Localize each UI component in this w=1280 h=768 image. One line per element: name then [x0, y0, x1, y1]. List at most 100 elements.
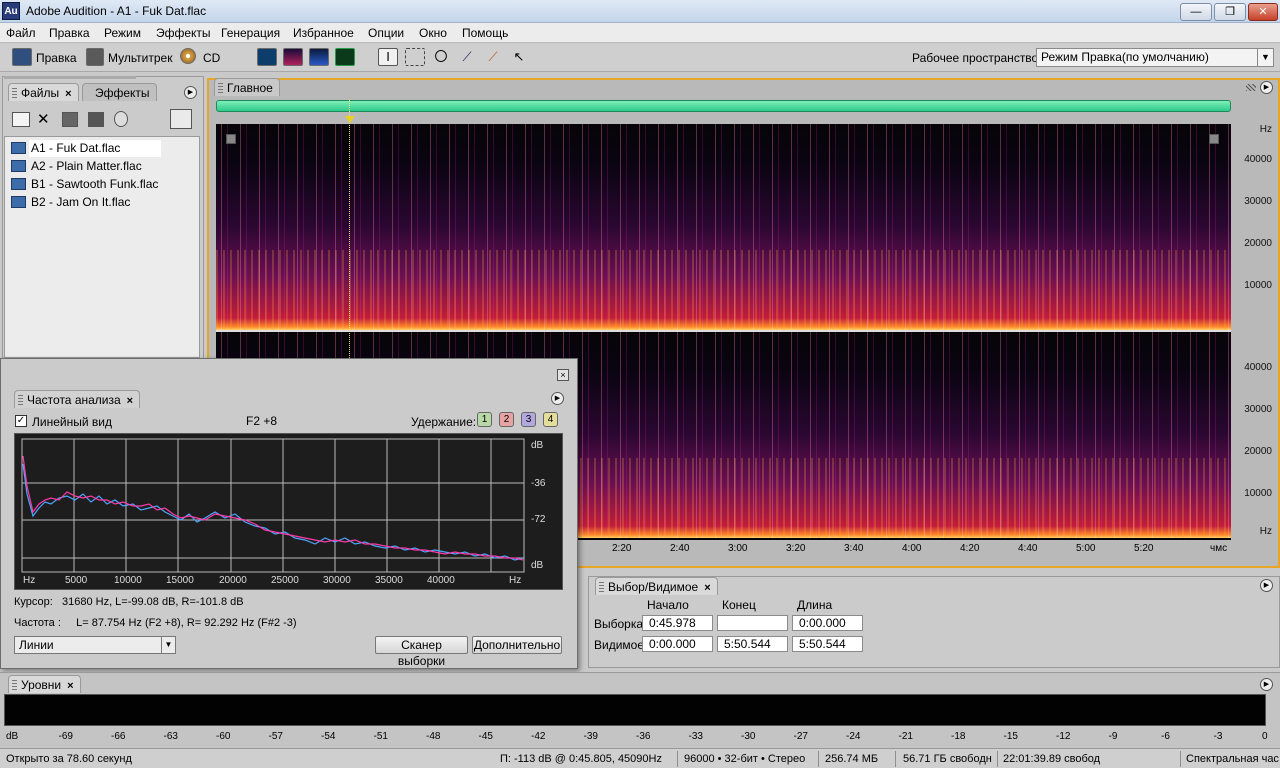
phase-view-icon[interactable] [335, 48, 355, 66]
cursor-readout: Курсор: 31680 Hz, L=-99.08 dB, R=-101.8 … [14, 596, 244, 608]
pan-view-icon[interactable] [309, 48, 329, 66]
db-scale-label: -6 [1161, 731, 1170, 742]
view-end-field[interactable]: 5:50.544 [717, 636, 788, 652]
show-options-icon[interactable] [170, 109, 192, 129]
selection-length-field[interactable]: 0:00.000 [792, 615, 863, 631]
close-icon[interactable]: × [67, 680, 73, 692]
multitrack-label[interactable]: Мультитрек [108, 51, 172, 65]
advanced-button[interactable]: Дополнительно [472, 636, 562, 654]
length-header: Длина [797, 598, 833, 612]
list-item[interactable]: B1 - Sawtooth Funk.flac [11, 176, 160, 193]
tab-files[interactable]: Файлы × [8, 83, 79, 101]
time-label: 4:20 [960, 543, 980, 554]
zoom-corner-icon[interactable] [1209, 134, 1219, 144]
file-name: A1 - Fuk Dat.flac [31, 141, 121, 155]
selection-end-field[interactable] [717, 615, 788, 631]
brush-tool-icon[interactable]: ⟋ [457, 48, 477, 66]
menu-view[interactable]: Режим [104, 26, 141, 40]
panel-menu-icon[interactable]: ▶ [184, 86, 197, 99]
close-button[interactable]: ✕ [1248, 3, 1278, 21]
close-icon[interactable]: × [704, 582, 710, 594]
panel-menu-icon[interactable]: ▶ [1260, 579, 1273, 592]
edit-view-icon[interactable] [12, 48, 32, 66]
tab-levels[interactable]: Уровни × [8, 675, 81, 693]
menu-help[interactable]: Помощь [462, 26, 508, 40]
scrub-tool-icon[interactable]: ↖ [509, 48, 529, 66]
tab-levels-label: Уровни [21, 678, 62, 692]
insert-multitrack-icon[interactable] [88, 112, 104, 127]
tab-effects[interactable]: Эффекты [82, 83, 157, 101]
db-scale-label: -66 [111, 731, 126, 742]
import-icon[interactable] [62, 112, 78, 127]
hold-2-button[interactable]: 2 [499, 412, 514, 427]
linear-view-checkbox[interactable]: ✓ [15, 415, 27, 427]
tab-frequency-analysis[interactable]: Частота анализа × [14, 390, 141, 408]
view-start-field[interactable]: 0:00.000 [642, 636, 713, 652]
waveform-view-icon[interactable] [257, 48, 277, 66]
edit-view-label[interactable]: Правка [36, 51, 77, 65]
frequency-plot[interactable]: dB -36 -72 dB Hz 5000 10000 15000 20000 … [14, 433, 563, 590]
workspace-select[interactable]: Режим Правка(по умолчанию) ▼ [1036, 48, 1274, 67]
menu-effects[interactable]: Эффекты [156, 26, 211, 40]
tab-selection-view[interactable]: Выбор/Видимое × [595, 577, 718, 595]
list-item[interactable]: A2 - Plain Matter.flac [11, 158, 144, 175]
hz-label: Hz [1259, 526, 1272, 537]
list-item[interactable]: B2 - Jam On It.flac [11, 194, 132, 211]
frequency-graph [21, 438, 525, 573]
autoplay-icon[interactable] [114, 111, 128, 127]
selection-start-field[interactable]: 0:45.978 [642, 615, 713, 631]
hz-label: 20000 [1244, 446, 1272, 457]
scan-selection-button[interactable]: Сканер выборки [375, 636, 468, 668]
db-scale-label: -63 [163, 731, 178, 742]
menu-edit[interactable]: Правка [49, 26, 90, 40]
menu-window[interactable]: Окно [419, 26, 447, 40]
lasso-tool-icon[interactable]: 〇 [431, 48, 451, 66]
cd-icon[interactable] [180, 48, 196, 64]
overview-bar[interactable] [216, 100, 1231, 112]
time-label: 3:20 [786, 543, 806, 554]
hz-label: 40000 [427, 575, 455, 586]
panel-menu-icon[interactable]: ▶ [1260, 81, 1273, 94]
hold-4-button[interactable]: 4 [543, 412, 558, 427]
spectral-view-icon[interactable] [283, 48, 303, 66]
tab-main[interactable]: Главное [214, 78, 280, 96]
hz-label: 15000 [166, 575, 194, 586]
db-scale-label: -9 [1108, 731, 1118, 742]
hz-label: 20000 [219, 575, 247, 586]
close-icon[interactable]: × [557, 369, 569, 381]
close-file-icon[interactable]: ✕ [37, 110, 50, 128]
time-selection-tool-icon[interactable]: I [378, 48, 398, 66]
time-unit-label: чмс [1210, 543, 1228, 554]
panel-resize-bar[interactable] [4, 76, 136, 79]
open-file-icon[interactable] [12, 112, 30, 127]
close-icon[interactable]: × [65, 88, 71, 100]
panel-menu-icon[interactable]: ▶ [551, 392, 564, 405]
file-name: B1 - Sawtooth Funk.flac [31, 177, 159, 191]
plot-mode-value: Линии [19, 638, 54, 652]
close-icon[interactable]: × [127, 395, 133, 407]
list-item[interactable]: A1 - Fuk Dat.flac [11, 140, 161, 157]
hz-label: 40000 [1244, 154, 1272, 165]
maximize-button[interactable]: ❐ [1214, 3, 1246, 21]
menu-generate[interactable]: Генерация [221, 26, 280, 40]
menu-file[interactable]: Файл [6, 26, 36, 40]
menu-options[interactable]: Опции [368, 26, 404, 40]
left-channel-spectrogram[interactable] [216, 124, 1231, 330]
zoom-corner-icon[interactable] [226, 134, 236, 144]
multitrack-icon[interactable] [86, 48, 104, 66]
audio-file-icon [11, 178, 26, 190]
cd-label[interactable]: CD [203, 51, 220, 65]
marquee-tool-icon[interactable] [405, 48, 425, 66]
spot-healing-tool-icon[interactable]: ⟋ [483, 48, 503, 66]
panel-menu-icon[interactable]: ▶ [1260, 678, 1273, 691]
minimize-button[interactable]: — [1180, 3, 1212, 21]
hold-1-button[interactable]: 1 [477, 412, 492, 427]
db-scale-label: dB [6, 731, 19, 742]
plot-mode-select[interactable]: Линии ▼ [14, 636, 176, 654]
menu-favorites[interactable]: Избранное [293, 26, 354, 40]
hz-label: Hz [23, 575, 36, 586]
hold-3-button[interactable]: 3 [521, 412, 536, 427]
title-bar: Au Adobe Audition - A1 - Fuk Dat.flac — … [0, 0, 1280, 23]
playhead-marker-icon[interactable] [345, 116, 355, 123]
view-length-field[interactable]: 5:50.544 [792, 636, 863, 652]
